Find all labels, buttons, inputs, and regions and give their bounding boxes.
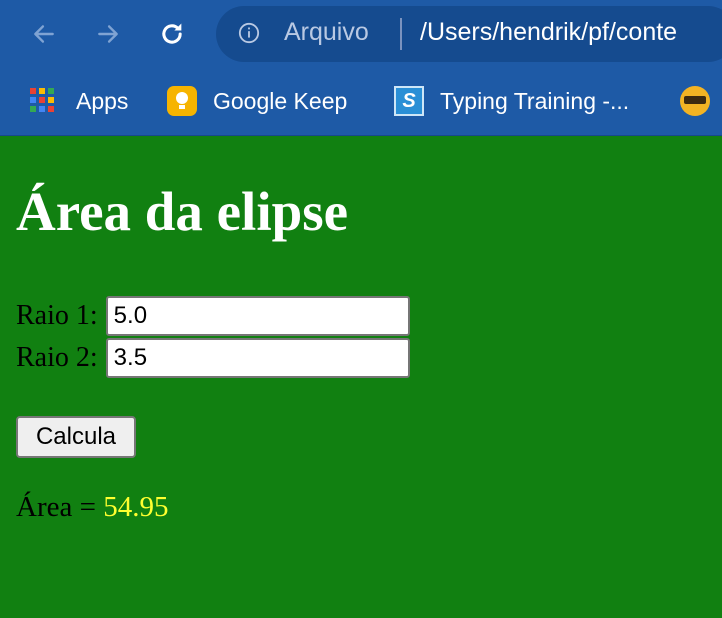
bookmark-google-keep[interactable]: Google Keep [167, 84, 347, 118]
apps-grid-icon [30, 86, 60, 116]
page-title: Área da elipse [16, 181, 349, 242]
bookmark-label: Google Keep [213, 87, 348, 114]
calcula-button[interactable]: Calcula [16, 416, 136, 458]
google-keep-icon [167, 86, 197, 116]
raio-1-row: Raio 1: [16, 296, 410, 336]
bookmark-apps[interactable]: Apps [30, 84, 128, 118]
raio-1-input[interactable] [105, 296, 410, 336]
raio-1-label: Raio 1: [16, 300, 98, 331]
address-separator [400, 18, 402, 50]
bookmark-emoji[interactable] [680, 84, 722, 118]
reload-button[interactable] [152, 14, 192, 54]
address-bar[interactable]: Arquivo /Users/hendrik/pf/conte [216, 6, 722, 62]
result-line: Área = 54.95 [16, 491, 168, 524]
reload-icon [162, 23, 182, 44]
browser-toolbar: Arquivo /Users/hendrik/pf/conte [0, 0, 722, 68]
raio-2-row: Raio 2: [16, 338, 410, 378]
bookmark-label: Typing Training -... [440, 87, 630, 114]
emoji-face-icon [680, 86, 710, 116]
bookmark-typing-training[interactable]: S Typing Training -... [394, 84, 629, 118]
url-text[interactable]: /Users/hendrik/pf/conte [420, 18, 677, 47]
forward-button[interactable] [88, 14, 128, 54]
file-scheme-label: Arquivo [284, 18, 369, 46]
info-icon[interactable] [238, 22, 260, 44]
bookmark-label: Apps [76, 87, 129, 114]
result-value: 54.95 [103, 491, 169, 523]
arrow-left-icon [34, 25, 54, 43]
raio-2-label: Raio 2: [16, 342, 98, 373]
bookmarks-bar: Apps Google Keep S Typing Training -... [0, 68, 722, 136]
result-label: Área = [16, 491, 96, 523]
raio-2-input[interactable] [105, 338, 410, 378]
back-button[interactable] [24, 14, 64, 54]
typing-training-icon: S [394, 86, 424, 116]
arrow-right-icon [98, 25, 118, 43]
